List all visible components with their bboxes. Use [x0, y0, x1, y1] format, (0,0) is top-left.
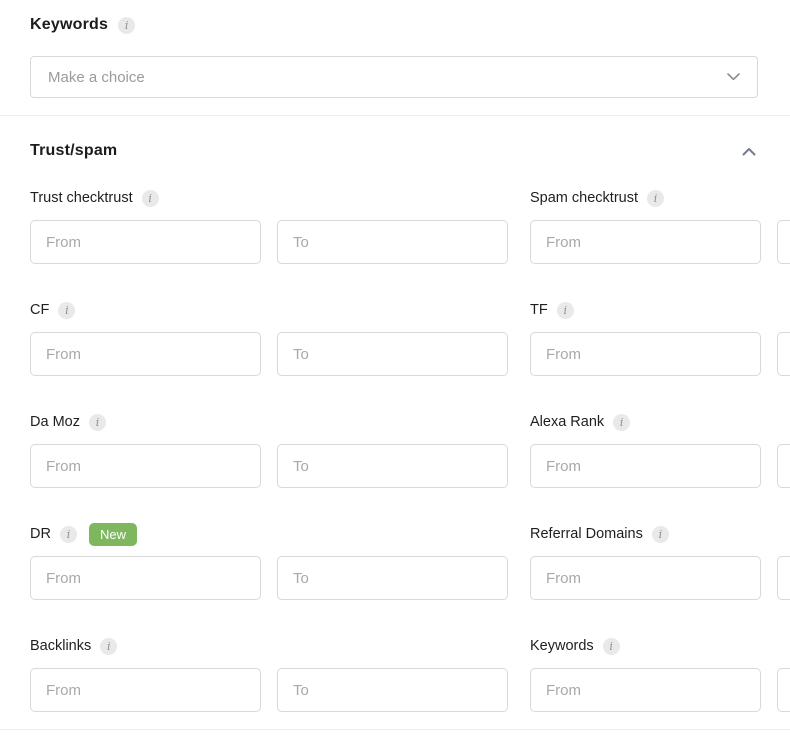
- backlinks-from-input[interactable]: [30, 668, 261, 712]
- da-moz-to-input[interactable]: [277, 444, 508, 488]
- info-icon[interactable]: i: [100, 637, 118, 655]
- referral-domains-to-input[interactable]: [777, 556, 790, 600]
- field-trust-checktrust: Trust checktrust i: [30, 189, 508, 264]
- new-badge: New: [88, 522, 137, 546]
- field-backlinks: Backlinks i: [30, 637, 508, 712]
- tf-from-input[interactable]: [530, 332, 761, 376]
- trust-checktrust-to-input[interactable]: [277, 220, 508, 264]
- range-inputs: [30, 444, 508, 488]
- trust-spam-header: Trust/spam: [30, 142, 758, 160]
- info-icon[interactable]: i: [647, 189, 664, 207]
- field-label: Referral Domains: [530, 526, 643, 542]
- field-label: Backlinks: [30, 638, 92, 654]
- range-inputs: [530, 556, 790, 600]
- field-label-row: CF i: [30, 301, 508, 319]
- keywords-section-title: Keywords: [30, 16, 109, 33]
- field-label: CF: [30, 302, 50, 318]
- trust-spam-collapse-button[interactable]: [740, 145, 758, 158]
- tf-to-input[interactable]: [777, 332, 790, 376]
- keywords-title-row: Keywords i: [30, 0, 758, 34]
- cf-to-input[interactable]: [277, 332, 508, 376]
- alexa-rank-from-input[interactable]: [530, 444, 761, 488]
- field-da-moz: Da Moz i: [30, 413, 508, 488]
- field-label-row: Da Moz i: [30, 413, 508, 431]
- range-inputs: [30, 668, 508, 712]
- spam-checktrust-from-input[interactable]: [530, 220, 761, 264]
- range-inputs: [530, 668, 790, 712]
- trust-spam-section: Trust/spam Trust checktrust i Spam check…: [0, 142, 790, 712]
- range-inputs: [530, 444, 790, 488]
- field-label-row: TF i: [530, 301, 790, 319]
- field-keywords: Keywords i: [530, 637, 790, 712]
- field-label: Alexa Rank: [530, 414, 605, 430]
- section-divider: [0, 729, 790, 730]
- keywords-section: Keywords i Make a choice: [0, 0, 790, 98]
- backlinks-to-input[interactable]: [277, 668, 508, 712]
- field-label-row: Spam checktrust i: [530, 189, 790, 207]
- field-label-row: Backlinks i: [30, 637, 508, 655]
- info-icon[interactable]: i: [88, 413, 106, 431]
- trust-checktrust-from-input[interactable]: [30, 220, 261, 264]
- section-divider: [0, 115, 790, 116]
- field-label: Spam checktrust: [530, 190, 638, 206]
- info-icon[interactable]: i: [602, 637, 620, 655]
- field-label-row: Keywords i: [530, 637, 790, 655]
- cf-from-input[interactable]: [30, 332, 261, 376]
- range-inputs: [530, 220, 790, 264]
- field-label-row: Referral Domains i: [530, 525, 790, 543]
- info-icon[interactable]: i: [613, 413, 631, 431]
- referral-domains-from-input[interactable]: [530, 556, 761, 600]
- chevron-up-icon: [742, 147, 756, 155]
- filter-fields-grid: Trust checktrust i Spam checktrust i Uni…: [30, 189, 790, 712]
- info-icon[interactable]: i: [58, 301, 76, 319]
- field-label-row: DR i New: [30, 522, 508, 546]
- field-referral-domains: Referral Domains i: [530, 525, 790, 600]
- field-label-row: Trust checktrust i: [30, 189, 508, 207]
- field-tf: TF i: [530, 301, 790, 376]
- dr-to-input[interactable]: [277, 556, 508, 600]
- field-cf: CF i: [30, 301, 508, 376]
- range-inputs: [30, 332, 508, 376]
- da-moz-from-input[interactable]: [30, 444, 261, 488]
- field-label-row: Alexa Rank i: [530, 413, 790, 431]
- alexa-rank-to-input[interactable]: [777, 444, 790, 488]
- spam-checktrust-to-input[interactable]: [777, 220, 790, 264]
- field-label: TF: [530, 302, 548, 318]
- field-spam-checktrust: Spam checktrust i: [530, 189, 790, 264]
- field-label: Keywords: [530, 638, 594, 654]
- info-icon[interactable]: i: [141, 189, 159, 207]
- keywords-to-input[interactable]: [777, 668, 790, 712]
- trust-spam-title: Trust/spam: [30, 142, 118, 159]
- keywords-select[interactable]: Make a choice: [30, 56, 758, 98]
- info-icon[interactable]: i: [59, 525, 77, 543]
- info-icon[interactable]: i: [118, 16, 136, 34]
- keywords-from-input[interactable]: [530, 668, 761, 712]
- field-label: Trust checktrust: [30, 190, 133, 206]
- field-dr: DR i New: [30, 522, 508, 600]
- range-inputs: [530, 332, 790, 376]
- chevron-down-icon: [727, 73, 740, 81]
- field-alexa-rank: Alexa Rank i: [530, 413, 790, 488]
- dr-from-input[interactable]: [30, 556, 261, 600]
- info-icon[interactable]: i: [556, 301, 574, 319]
- info-icon[interactable]: i: [651, 525, 669, 543]
- field-label: DR: [30, 526, 51, 542]
- range-inputs: [30, 556, 508, 600]
- select-placeholder: Make a choice: [48, 68, 145, 86]
- field-label: Da Moz: [30, 414, 80, 430]
- range-inputs: [30, 220, 508, 264]
